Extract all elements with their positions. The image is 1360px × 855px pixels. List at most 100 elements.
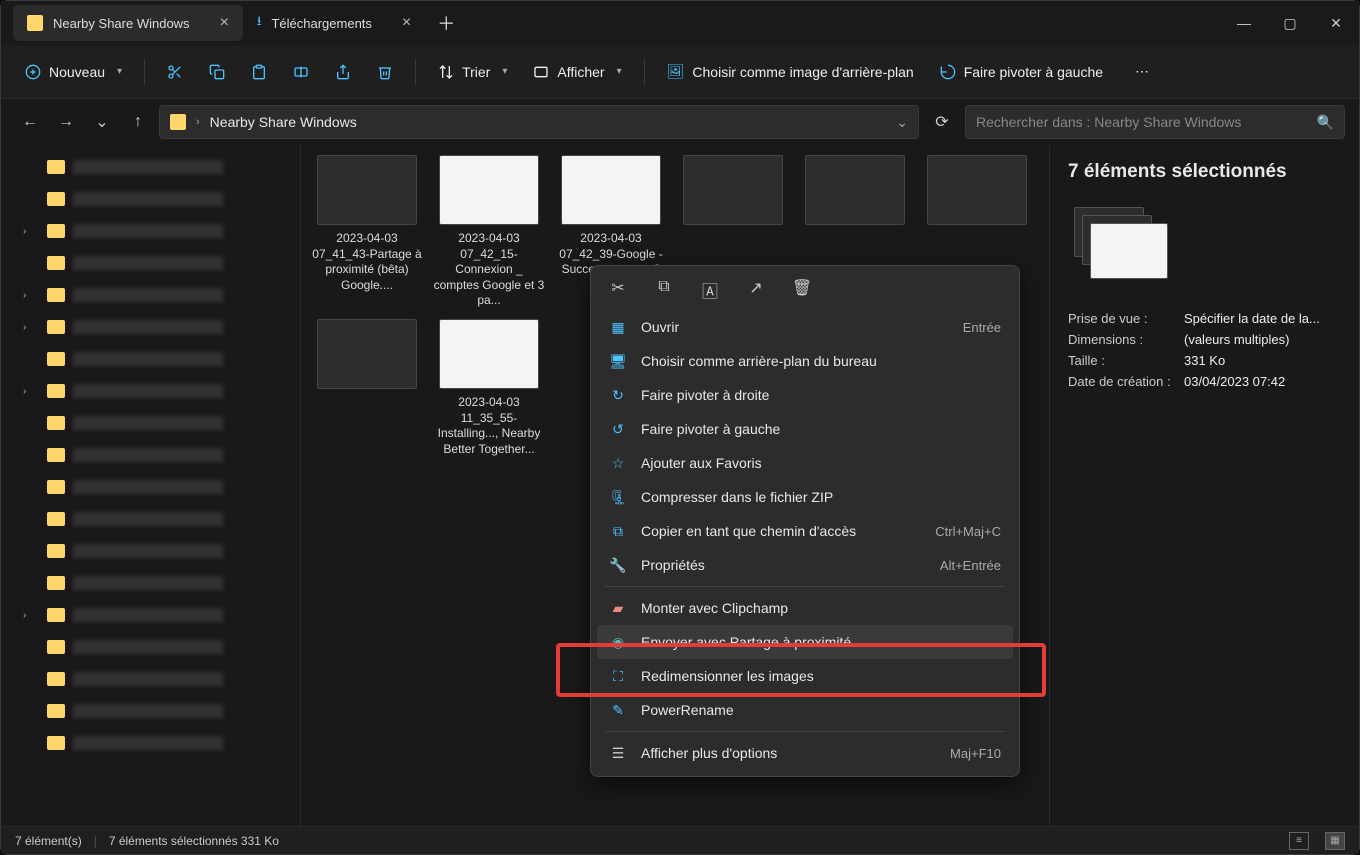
search-icon: 🔍 xyxy=(1317,114,1334,131)
sidebar-item[interactable] xyxy=(1,663,300,695)
menu-open[interactable]: ▦OuvrirEntrée xyxy=(597,310,1013,344)
menu-add-favorite[interactable]: ☆Ajouter aux Favoris xyxy=(597,446,1013,480)
folder-icon xyxy=(47,224,65,238)
folder-icon xyxy=(47,288,65,302)
sidebar-item[interactable] xyxy=(1,439,300,471)
menu-copy-path[interactable]: ⧉Copier en tant que chemin d'accèsCtrl+M… xyxy=(597,514,1013,548)
separator xyxy=(415,60,416,84)
maximize-button[interactable]: ▢ xyxy=(1267,1,1313,45)
sidebar-item[interactable] xyxy=(1,727,300,759)
ctx-share-button[interactable]: ↗ xyxy=(745,278,767,302)
titlebar: Nearby Share Windows × ⭳ Téléchargements… xyxy=(1,1,1359,45)
chevron-right-icon: › xyxy=(23,386,39,397)
close-icon[interactable]: × xyxy=(220,14,229,32)
sidebar-item[interactable] xyxy=(1,503,300,535)
set-background-button[interactable]: 🖼 Choisir comme image d'arrière-plan xyxy=(657,57,924,86)
menu-resize-images[interactable]: ⛶Redimensionner les images xyxy=(597,659,1013,693)
sidebar-item-label xyxy=(73,416,223,430)
download-icon: ⭳ xyxy=(257,12,262,34)
tab-downloads[interactable]: ⭳ Téléchargements × xyxy=(243,5,425,41)
sort-icon xyxy=(438,64,454,80)
new-tab-button[interactable]: ＋ xyxy=(425,4,467,42)
details-title: 7 éléments sélectionnés xyxy=(1068,161,1341,183)
sidebar-item[interactable] xyxy=(1,247,300,279)
rotate-left-button[interactable]: Faire pivoter à gauche xyxy=(930,58,1113,86)
sidebar-item[interactable]: › xyxy=(1,215,300,247)
share-button[interactable] xyxy=(325,54,361,90)
recent-button[interactable]: ⌄ xyxy=(87,107,117,137)
sidebar-item[interactable]: › xyxy=(1,279,300,311)
sort-button[interactable]: Trier ▾ xyxy=(428,58,517,86)
menu-set-desktop-bg[interactable]: 🖥Choisir comme arrière-plan du bureau xyxy=(597,344,1013,378)
back-button[interactable]: ← xyxy=(15,107,45,137)
folder-icon xyxy=(47,640,65,654)
sidebar-item[interactable] xyxy=(1,343,300,375)
folder-icon xyxy=(47,576,65,590)
close-icon[interactable]: × xyxy=(402,14,411,32)
powerrename-icon: ✎ xyxy=(609,701,627,719)
folder-icon xyxy=(47,736,65,750)
sidebar-item[interactable]: › xyxy=(1,311,300,343)
menu-rotate-right[interactable]: ↻Faire pivoter à droite xyxy=(597,378,1013,412)
sidebar-item[interactable] xyxy=(1,695,300,727)
ctx-delete-button[interactable]: 🗑 xyxy=(791,278,813,302)
menu-rotate-left[interactable]: ↺Faire pivoter à gauche xyxy=(597,412,1013,446)
thumbnails-view-button[interactable]: ▦ xyxy=(1325,832,1345,850)
sidebar-item[interactable] xyxy=(1,535,300,567)
cut-button[interactable] xyxy=(157,54,193,90)
menu-clipchamp[interactable]: ▰Monter avec Clipchamp xyxy=(597,591,1013,625)
sidebar-item[interactable] xyxy=(1,407,300,439)
ctx-copy-button[interactable]: ⧉ xyxy=(653,278,675,302)
prop-value[interactable]: Spécifier la date de la... xyxy=(1184,311,1320,326)
sidebar-item[interactable] xyxy=(1,567,300,599)
minimize-button[interactable]: — xyxy=(1221,1,1267,45)
sidebar-item-label xyxy=(73,608,223,622)
sidebar-item[interactable] xyxy=(1,183,300,215)
sidebar-item-label xyxy=(73,736,223,750)
forward-button[interactable]: → xyxy=(51,107,81,137)
menu-properties[interactable]: 🔧PropriétésAlt+Entrée xyxy=(597,548,1013,582)
menu-powerrename[interactable]: ✎PowerRename xyxy=(597,693,1013,727)
star-icon: ☆ xyxy=(609,454,627,472)
file-item[interactable]: ✓2023-04-03 07_41_43-Partage à proximité… xyxy=(311,155,423,309)
copy-button[interactable] xyxy=(199,54,235,90)
sidebar-item[interactable]: › xyxy=(1,375,300,407)
file-item[interactable]: ✓ xyxy=(311,319,423,457)
menu-show-more[interactable]: ☰Afficher plus d'optionsMaj+F10 xyxy=(597,736,1013,770)
sidebar-item[interactable] xyxy=(1,151,300,183)
file-name: 2023-04-03 07_42_15-Connexion _ comptes … xyxy=(433,231,545,309)
paste-button[interactable] xyxy=(241,54,277,90)
details-view-button[interactable]: ≡ xyxy=(1289,832,1309,850)
menu-compress-zip[interactable]: 🗜Compresser dans le fichier ZIP xyxy=(597,480,1013,514)
prop-label: Prise de vue : xyxy=(1068,311,1184,326)
refresh-button[interactable]: ⟳ xyxy=(925,105,959,139)
folder-icon xyxy=(47,192,65,206)
tab-nearby-share[interactable]: Nearby Share Windows × xyxy=(13,5,243,41)
chevron-right-icon: › xyxy=(23,322,39,333)
folder-icon xyxy=(47,352,65,366)
menu-nearby-share[interactable]: ◉Envoyer avec Partage à proximité xyxy=(597,625,1013,659)
view-button[interactable]: Afficher ▾ xyxy=(523,58,631,86)
close-window-button[interactable]: ✕ xyxy=(1313,1,1359,45)
breadcrumb[interactable]: › Nearby Share Windows ⌄ xyxy=(159,105,919,139)
new-label: Nouveau xyxy=(49,64,105,80)
up-button[interactable]: ↑ xyxy=(123,107,153,137)
sidebar-item[interactable] xyxy=(1,631,300,663)
ctx-rename-button[interactable]: 🄰 xyxy=(699,278,721,302)
delete-button[interactable] xyxy=(367,54,403,90)
search-input[interactable]: Rechercher dans : Nearby Share Windows 🔍 xyxy=(965,105,1345,139)
more-button[interactable]: ⋯ xyxy=(1125,57,1159,86)
sidebar-item[interactable]: › xyxy=(1,599,300,631)
new-button[interactable]: Nouveau ▾ xyxy=(15,58,132,86)
file-item[interactable]: ✓2023-04-03 11_35_55-Installing..., Near… xyxy=(433,319,545,457)
open-icon: ▦ xyxy=(609,318,627,336)
rename-button[interactable] xyxy=(283,54,319,90)
chevron-down-icon[interactable]: ⌄ xyxy=(896,114,908,131)
more-icon: ☰ xyxy=(609,744,627,762)
rotate-right-icon: ↻ xyxy=(609,386,627,404)
chevron-right-icon: › xyxy=(23,226,39,237)
ctx-cut-button[interactable]: ✂ xyxy=(607,278,629,302)
prop-label: Date de création : xyxy=(1068,374,1184,389)
sidebar-item[interactable] xyxy=(1,471,300,503)
file-item[interactable]: ✓2023-04-03 07_42_15-Connexion _ comptes… xyxy=(433,155,545,309)
